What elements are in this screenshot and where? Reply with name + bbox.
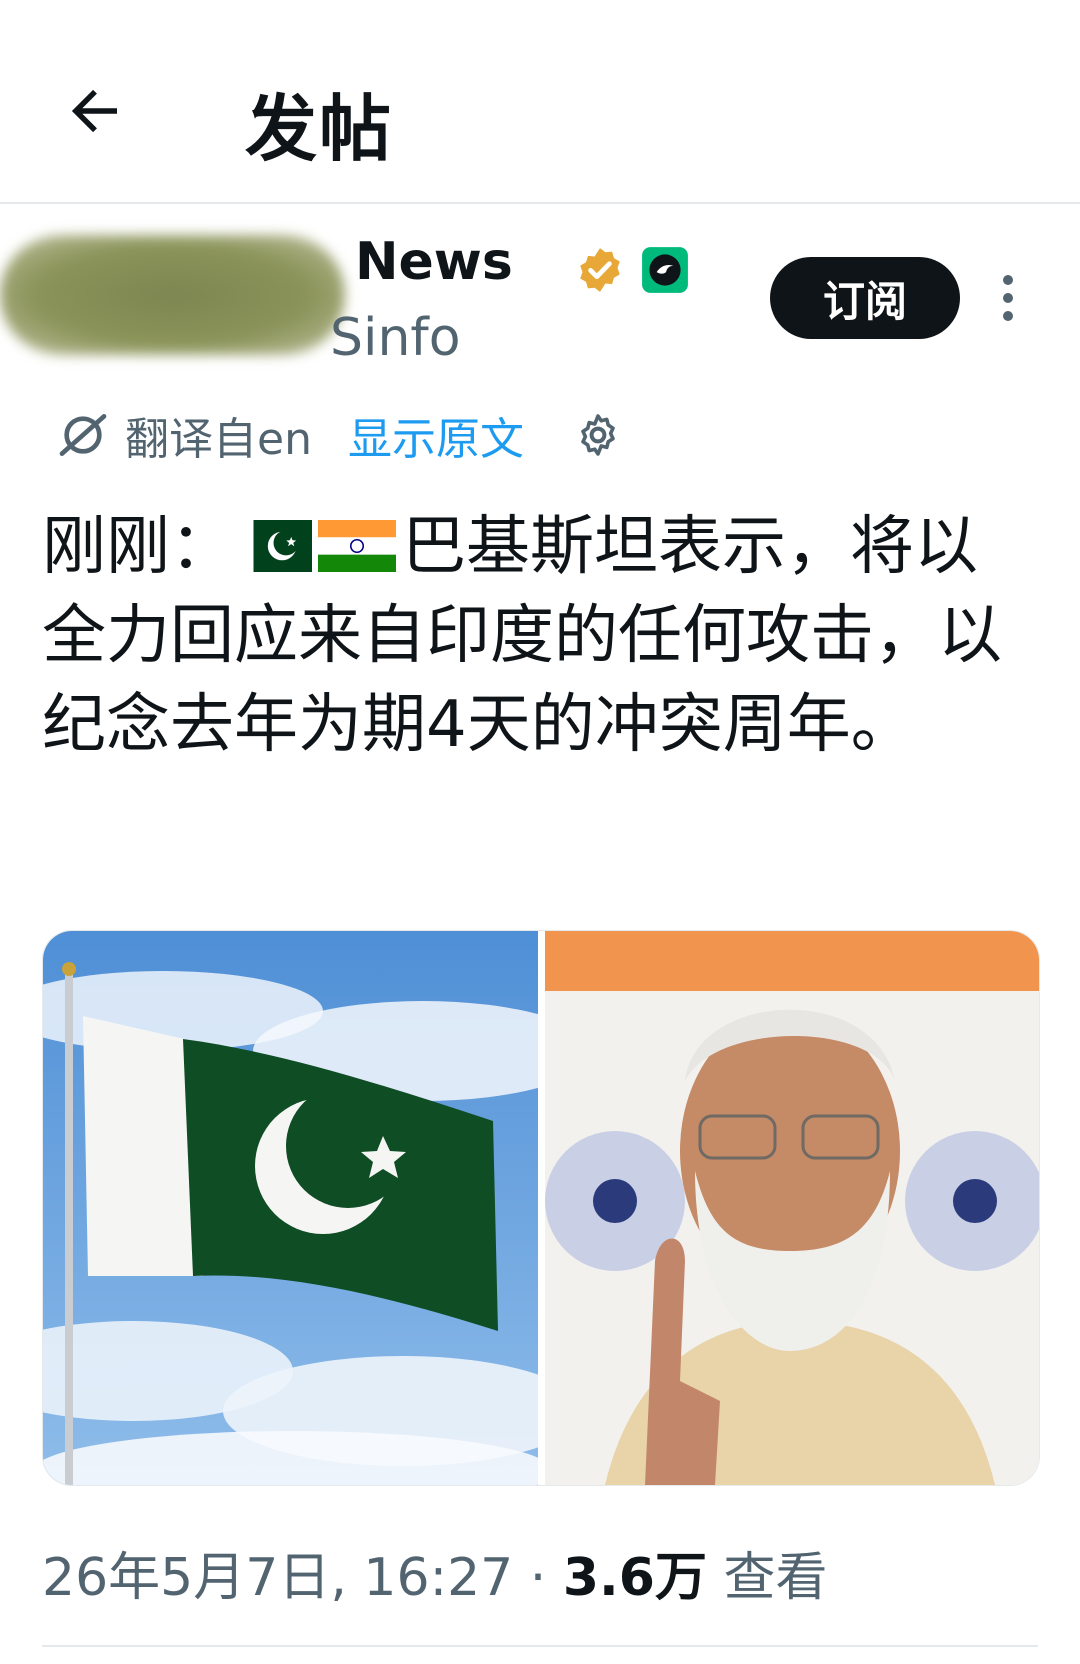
pakistan-flag-icon <box>234 520 312 572</box>
account-handle[interactable]: Sinfo <box>330 308 461 368</box>
post-timestamp[interactable]: 26年5月7日, 16:27 <box>42 1548 513 1608</box>
india-flag-icon <box>318 520 396 572</box>
show-original-link[interactable]: 显示原文 <box>348 403 524 467</box>
blurred-avatar[interactable] <box>0 235 345 355</box>
post-text: 刚刚： 巴基斯坦表示，将以全力回应来自印度的任何攻击，以纪念去年为期4天的冲突周… <box>42 503 1032 770</box>
portrait-photo[interactable] <box>545 931 1039 1485</box>
pakistan-flag-photo[interactable] <box>43 931 538 1485</box>
meta-separator: · <box>513 1548 563 1608</box>
affiliate-logo-icon <box>642 247 688 293</box>
media-gallery[interactable] <box>42 930 1040 1486</box>
post-prefix: 刚刚： <box>42 510 234 584</box>
translate-icon <box>59 414 107 456</box>
subscribe-button[interactable]: 订阅 <box>770 257 960 339</box>
post-meta: 26年5月7日, 16:27 · 3.6万 查看 <box>42 1535 828 1610</box>
top-bar: 发帖 <box>0 0 1080 204</box>
views-count: 3.6万 <box>562 1548 707 1608</box>
gear-icon[interactable] <box>574 411 622 459</box>
arrow-left-icon[interactable] <box>62 78 128 144</box>
more-options-icon[interactable] <box>1000 275 1016 325</box>
page-title: 发帖 <box>245 87 394 171</box>
account-name[interactable]: News <box>355 232 513 292</box>
translation-bar: 翻译自en 显示原文 <box>55 405 622 465</box>
translated-from-label: 翻译自en <box>125 414 312 465</box>
verified-badge-icon <box>580 248 620 292</box>
views-label: 查看 <box>706 1548 828 1608</box>
divider <box>42 1645 1038 1647</box>
